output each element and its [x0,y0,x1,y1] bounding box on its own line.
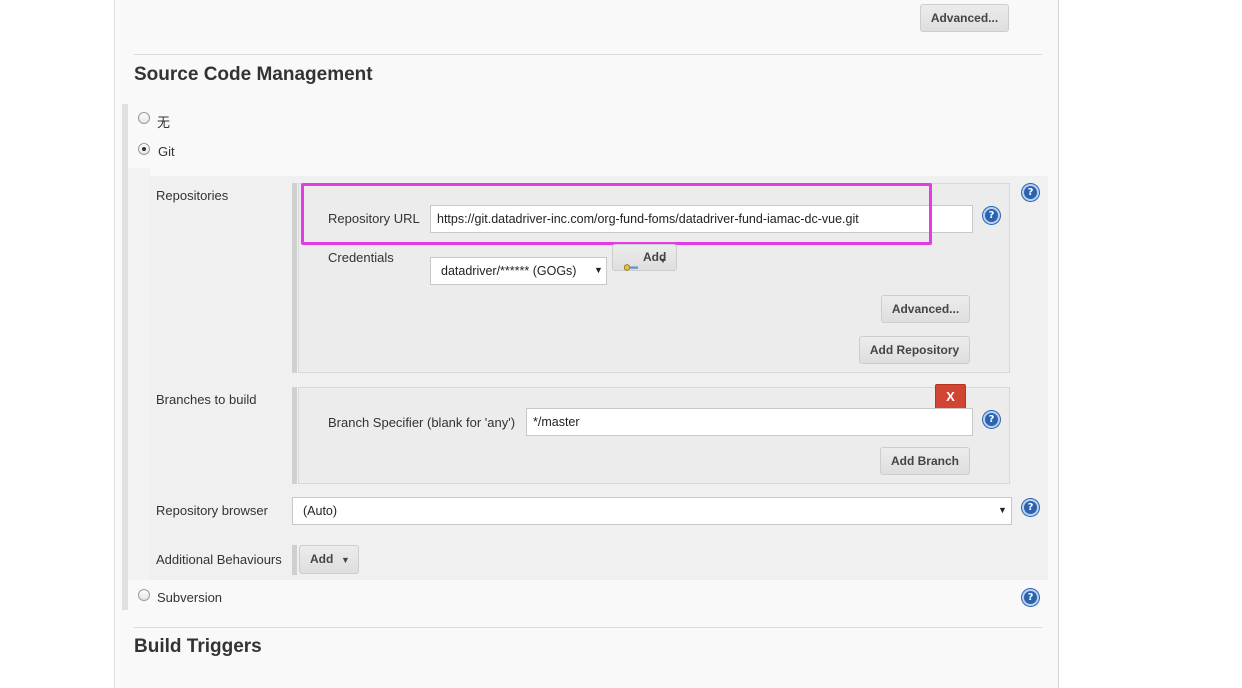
branches-bar [292,387,297,484]
repository-browser-help-icon[interactable]: ? [1022,499,1039,516]
radio-selected-dot [142,147,146,151]
build-triggers-title: Build Triggers [134,636,262,657]
scm-section-title: Source Code Management [134,64,373,85]
scm-subversion-label: Subversion [157,590,223,605]
scm-subversion-radio[interactable] [138,589,150,601]
add-credentials-button[interactable]: Add ▾ [612,244,677,271]
add-repository-button[interactable]: Add Repository [859,336,970,364]
credentials-dropdown-icon: ▼ [594,265,603,275]
key-icon [623,255,638,271]
delete-branch-button[interactable]: X [935,384,966,409]
branch-specifier-label: Branch Specifier (blank for 'any') [328,415,516,430]
advanced-button-top[interactable]: Advanced... [920,4,1009,32]
git-config-sidebar [128,168,150,580]
repositories-help-icon[interactable]: ? [1022,184,1039,201]
branches-to-build-label: Branches to build [156,392,257,407]
add-behaviour-dropdown-icon: ▼ [341,555,350,565]
repository-url-help-icon[interactable]: ? [983,207,1000,224]
repository-browser-dropdown-icon: ▼ [998,505,1007,515]
repositories-label: Repositories [156,188,229,203]
branch-specifier-input[interactable]: */master [526,408,973,436]
scm-git-label: Git [158,144,175,159]
section-divider-bottom [134,627,1042,628]
credentials-select[interactable]: datadriver/****** (GOGs) [430,257,607,285]
scm-none-radio[interactable] [138,112,150,124]
credentials-label: Credentials [328,250,394,265]
repository-url-highlight [301,183,932,245]
additional-behaviours-bar [292,545,297,575]
section-divider-top [134,54,1042,55]
scm-git-radio[interactable] [138,143,150,155]
subversion-help-icon[interactable]: ? [1022,589,1039,606]
add-credentials-dropdown-icon: ▾ [661,256,666,265]
add-branch-button[interactable]: Add Branch [880,447,970,475]
add-behaviour-label: Add [310,552,334,566]
additional-behaviours-label: Additional Behaviours [156,552,282,567]
repository-browser-label: Repository browser [156,503,268,518]
repositories-bar [292,183,297,373]
repository-browser-select[interactable]: (Auto) [292,497,1012,525]
scm-none-label: 无 [157,115,171,130]
branch-specifier-help-icon[interactable]: ? [983,411,1000,428]
repository-advanced-button[interactable]: Advanced... [881,295,970,323]
add-behaviour-button[interactable]: Add ▼ [299,545,359,574]
